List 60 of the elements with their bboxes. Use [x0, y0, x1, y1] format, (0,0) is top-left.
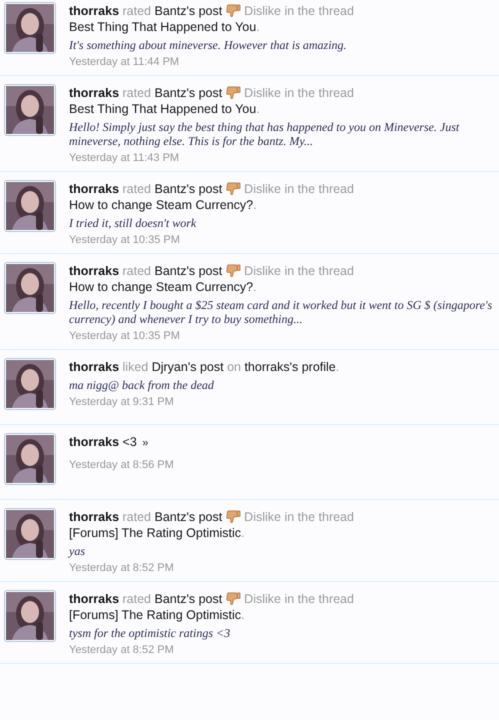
- status-message: <3: [122, 435, 137, 449]
- post-snippet: Hello, recently I bought a $25 steam card and it worked but it went to SG $ (singapore's currency) and whenever I try to buy something...: [69, 298, 494, 326]
- post-snippet: tysm for the optimistic ratings <3: [69, 626, 232, 640]
- post-link[interactable]: Bantz's post: [154, 182, 222, 196]
- avatar[interactable]: [4, 433, 56, 485]
- post-snippet: ma nigg@ back from the dead: [69, 378, 215, 392]
- timestamp: Yesterday at 11:44 PM: [69, 56, 180, 68]
- username-link[interactable]: thorraks: [69, 182, 120, 196]
- post-snippet: I tried it, still doesn't work: [69, 216, 198, 230]
- thumbs-down-icon: [226, 591, 241, 606]
- username-link[interactable]: thorraks: [69, 592, 120, 606]
- post-snippet: Hello! Simply just say the best thing that has happened to you on Mineverse. Just mineverse, nothing else. This is for the bantz. My...: [69, 120, 460, 148]
- activity-text: thorraks liked Djryan's post on thorraks's profile.: [69, 359, 340, 375]
- avatar[interactable]: [4, 84, 56, 136]
- post-link[interactable]: Djryan's post: [152, 360, 224, 374]
- activity-text: thorraks rated Bantz's post Dislike in the thread How to change Steam Currency?.: [69, 263, 355, 295]
- thumbs-down-icon: [226, 3, 241, 18]
- username-link[interactable]: thorraks: [69, 264, 120, 278]
- thread-link[interactable]: Best Thing That Happened to You: [69, 20, 256, 34]
- post-link[interactable]: Bantz's post: [154, 4, 222, 18]
- timestamp: Yesterday at 8:52 PM: [69, 644, 175, 656]
- avatar[interactable]: [4, 508, 56, 560]
- thread-link[interactable]: [Forums] The Rating Optimistic: [69, 608, 242, 622]
- timestamp: Yesterday at 8:52 PM: [69, 562, 175, 574]
- avatar[interactable]: [4, 590, 56, 642]
- thread-link[interactable]: [Forums] The Rating Optimistic: [69, 526, 242, 540]
- avatar[interactable]: [4, 180, 56, 232]
- thread-link[interactable]: How to change Steam Currency?: [69, 198, 254, 212]
- more-link[interactable]: »: [142, 437, 148, 449]
- thumbs-down-icon: [226, 85, 241, 100]
- post-link[interactable]: Bantz's post: [154, 510, 222, 524]
- activity-text: thorraks rated Bantz's post Dislike in the thread How to change Steam Currency?.: [69, 181, 355, 213]
- username-link[interactable]: thorraks: [69, 510, 120, 524]
- thread-link[interactable]: Best Thing That Happened to You: [69, 102, 256, 116]
- timestamp: Yesterday at 10:35 PM: [69, 234, 181, 246]
- thumbs-down-icon: [226, 181, 241, 196]
- activity-text: thorraks rated Bantz's post Dislike in the thread Best Thing That Happened to You.: [69, 85, 355, 117]
- timestamp: Yesterday at 10:35 PM: [69, 330, 181, 342]
- post-link[interactable]: Bantz's post: [154, 86, 222, 100]
- username-link[interactable]: thorraks: [69, 435, 120, 449]
- thumbs-down-icon: [226, 263, 241, 278]
- timestamp: Yesterday at 9:31 PM: [69, 396, 175, 408]
- avatar[interactable]: [4, 262, 56, 314]
- timestamp: Yesterday at 11:43 PM: [69, 152, 180, 164]
- thread-link[interactable]: How to change Steam Currency?: [69, 280, 254, 294]
- post-link[interactable]: Bantz's post: [154, 592, 222, 606]
- username-link[interactable]: thorraks: [69, 4, 120, 18]
- avatar[interactable]: [4, 358, 56, 410]
- activity-text: thorraks rated Bantz's post Dislike in the thread Best Thing That Happened to You.: [69, 3, 355, 35]
- avatar[interactable]: [4, 2, 56, 54]
- post-link[interactable]: Bantz's post: [154, 264, 222, 278]
- thumbs-down-icon: [226, 509, 241, 524]
- thread-link[interactable]: thorraks's profile: [244, 360, 336, 374]
- post-snippet: yas: [69, 544, 86, 558]
- activity-text: thorraks rated Bantz's post Dislike in the thread [Forums] The Rating Optimistic.: [69, 591, 355, 623]
- post-snippet: It's something about mineverse. However that is amazing.: [69, 38, 348, 52]
- timestamp: Yesterday at 8:56 PM: [69, 459, 175, 471]
- username-link[interactable]: thorraks: [69, 86, 120, 100]
- username-link[interactable]: thorraks: [69, 360, 120, 374]
- activity-text: thorraks rated Bantz's post Dislike in the thread [Forums] The Rating Optimistic.: [69, 509, 355, 541]
